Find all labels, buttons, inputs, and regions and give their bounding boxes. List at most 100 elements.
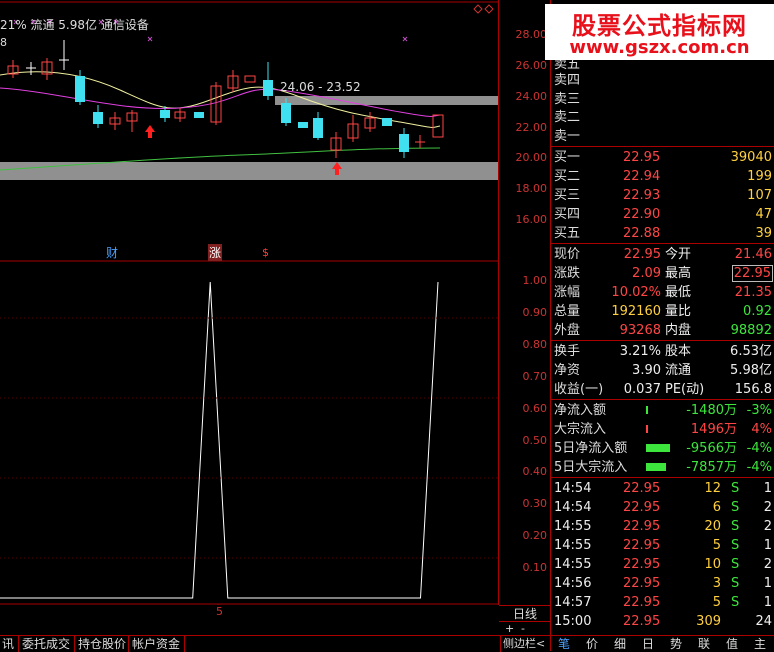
buy-volume: 199: [747, 169, 772, 184]
sell-row[interactable]: 卖二: [551, 108, 774, 127]
y-tick: 0.40: [522, 465, 548, 478]
buy-label: 买一: [554, 150, 581, 165]
y-tick: 0.10: [522, 561, 548, 574]
tab-price[interactable]: 价: [586, 636, 598, 652]
y-tick: 0.30: [522, 497, 548, 510]
y-tick: 28.00: [515, 28, 548, 41]
y-tick: 0.90: [522, 306, 548, 319]
logo-title: 股票公式指标网: [572, 12, 747, 40]
buy-price: 22.93: [623, 188, 661, 203]
flow-row: 5日净流入额 -9566万 -4%: [551, 439, 774, 458]
buy-label: 买二: [554, 169, 581, 184]
zoom-controls: + -: [499, 621, 551, 636]
flow-pct: 4%: [751, 422, 772, 437]
buy-row[interactable]: 买二 22.94 199: [551, 167, 774, 186]
flow-value: -9566万: [686, 441, 737, 456]
tab-trend[interactable]: 势: [670, 636, 682, 652]
buy-row[interactable]: 买五 22.88 39: [551, 224, 774, 243]
tick-time: 14:55: [554, 557, 592, 572]
stat-value: 98892: [730, 323, 772, 338]
tab-news[interactable]: 讯: [2, 636, 14, 652]
signal-line: [0, 281, 439, 599]
buy-arrow-icon: [145, 125, 155, 138]
stat-label: 收益(一): [554, 382, 604, 397]
period-label[interactable]: 日线: [499, 605, 551, 622]
tick-row: 14:54 22.95 12 S 1: [551, 479, 774, 498]
diamond-icon[interactable]: [473, 4, 483, 14]
y-tick: 26.00: [515, 59, 548, 72]
tab-account[interactable]: 帐户资金: [128, 636, 180, 652]
y-tick: 0.70: [522, 370, 548, 383]
tab-daily[interactable]: 日: [642, 636, 654, 652]
flow-pct: -4%: [746, 460, 772, 475]
diamond-icon[interactable]: [484, 4, 494, 14]
buy-row[interactable]: 买三 22.93 107: [551, 186, 774, 205]
flow-bar: [646, 406, 648, 414]
main-chart[interactable]: [0, 0, 550, 612]
tab-detail[interactable]: 细: [614, 636, 626, 652]
y-tick: 22.00: [515, 121, 548, 134]
stat-label: PE(动): [665, 382, 705, 397]
zoom-in-button[interactable]: +: [505, 622, 514, 636]
limit-up-marker[interactable]: 涨: [208, 244, 223, 261]
bottom-tab-bar: 讯 委托成交 持仓股价 帐户资金 侧边栏<: [0, 635, 550, 652]
y-tick: 1.00: [522, 274, 548, 287]
tick-time: 14:57: [554, 595, 592, 610]
buy-volume: 39: [755, 226, 772, 241]
tick-price: 22.95: [623, 557, 661, 572]
sell-row[interactable]: 卖三: [551, 90, 774, 109]
divider: [551, 477, 774, 478]
buy-row[interactable]: 买四 22.90 47: [551, 205, 774, 224]
buy-price: 22.94: [623, 169, 661, 184]
y-tick: 18.00: [515, 182, 548, 195]
sell-label: 卖四: [554, 73, 581, 88]
zoom-out-button[interactable]: -: [521, 622, 525, 636]
tick-price: 22.95: [623, 519, 661, 534]
stat-row: 现价 22.95 今开 21.46: [551, 245, 774, 264]
stat-row: 换手 3.21% 股本 6.53亿: [551, 342, 774, 361]
sidebar-toggle-button[interactable]: 侧边栏<: [500, 636, 545, 652]
tick-price: 22.95: [623, 576, 661, 591]
stat-label: 涨幅: [554, 285, 581, 300]
stat-label: 外盘: [554, 323, 581, 338]
tick-row: 14:55 22.95 10 S 2: [551, 555, 774, 574]
tick-volume: 3: [712, 576, 721, 591]
tab-trades[interactable]: 笔: [558, 636, 570, 652]
finance-marker[interactable]: 财: [106, 244, 118, 261]
sell-label: 卖三: [554, 92, 581, 107]
tick-count: 1: [763, 481, 772, 496]
stat-value: 3.90: [632, 363, 661, 378]
dollar-marker[interactable]: $: [262, 246, 269, 259]
flow-value: 1496万: [690, 422, 737, 437]
stat-label: 换手: [554, 344, 581, 359]
logo-url: www.gszx.com.cn: [569, 37, 750, 58]
buy-volume: 39040: [730, 150, 772, 165]
buy-price: 22.90: [623, 207, 661, 222]
divider: [551, 146, 774, 147]
stat-value: 93268: [619, 323, 661, 338]
tick-side: S: [731, 576, 740, 591]
tick-count: 2: [763, 519, 772, 534]
tick-row: 15:00 22.95 309 24: [551, 612, 774, 631]
tick-price: 22.95: [623, 614, 661, 629]
sell-row[interactable]: 卖四: [551, 71, 774, 90]
tick-volume: 309: [696, 614, 721, 629]
flow-label: 5日大宗流入: [554, 460, 628, 475]
tab-related[interactable]: 联: [698, 636, 710, 652]
stat-value: 21.46: [734, 247, 772, 262]
tab-main[interactable]: 主: [754, 636, 766, 652]
flow-value: -7857万: [686, 460, 737, 475]
flow-value: -1480万: [686, 403, 737, 418]
tab-value[interactable]: 值: [726, 636, 738, 652]
y-tick: 0.80: [522, 338, 548, 351]
sell-row[interactable]: 卖一: [551, 127, 774, 146]
divider: [551, 243, 774, 244]
tab-orders[interactable]: 委托成交: [18, 636, 70, 652]
tick-side: S: [731, 538, 740, 553]
flow-row: 大宗流入 1496万 4%: [551, 420, 774, 439]
tick-count: 2: [763, 500, 772, 515]
tab-positions[interactable]: 持仓股价: [74, 636, 126, 652]
tick-row: 14:55 22.95 20 S 2: [551, 517, 774, 536]
tick-side: S: [731, 595, 740, 610]
buy-row[interactable]: 买一 22.95 39040: [551, 148, 774, 167]
